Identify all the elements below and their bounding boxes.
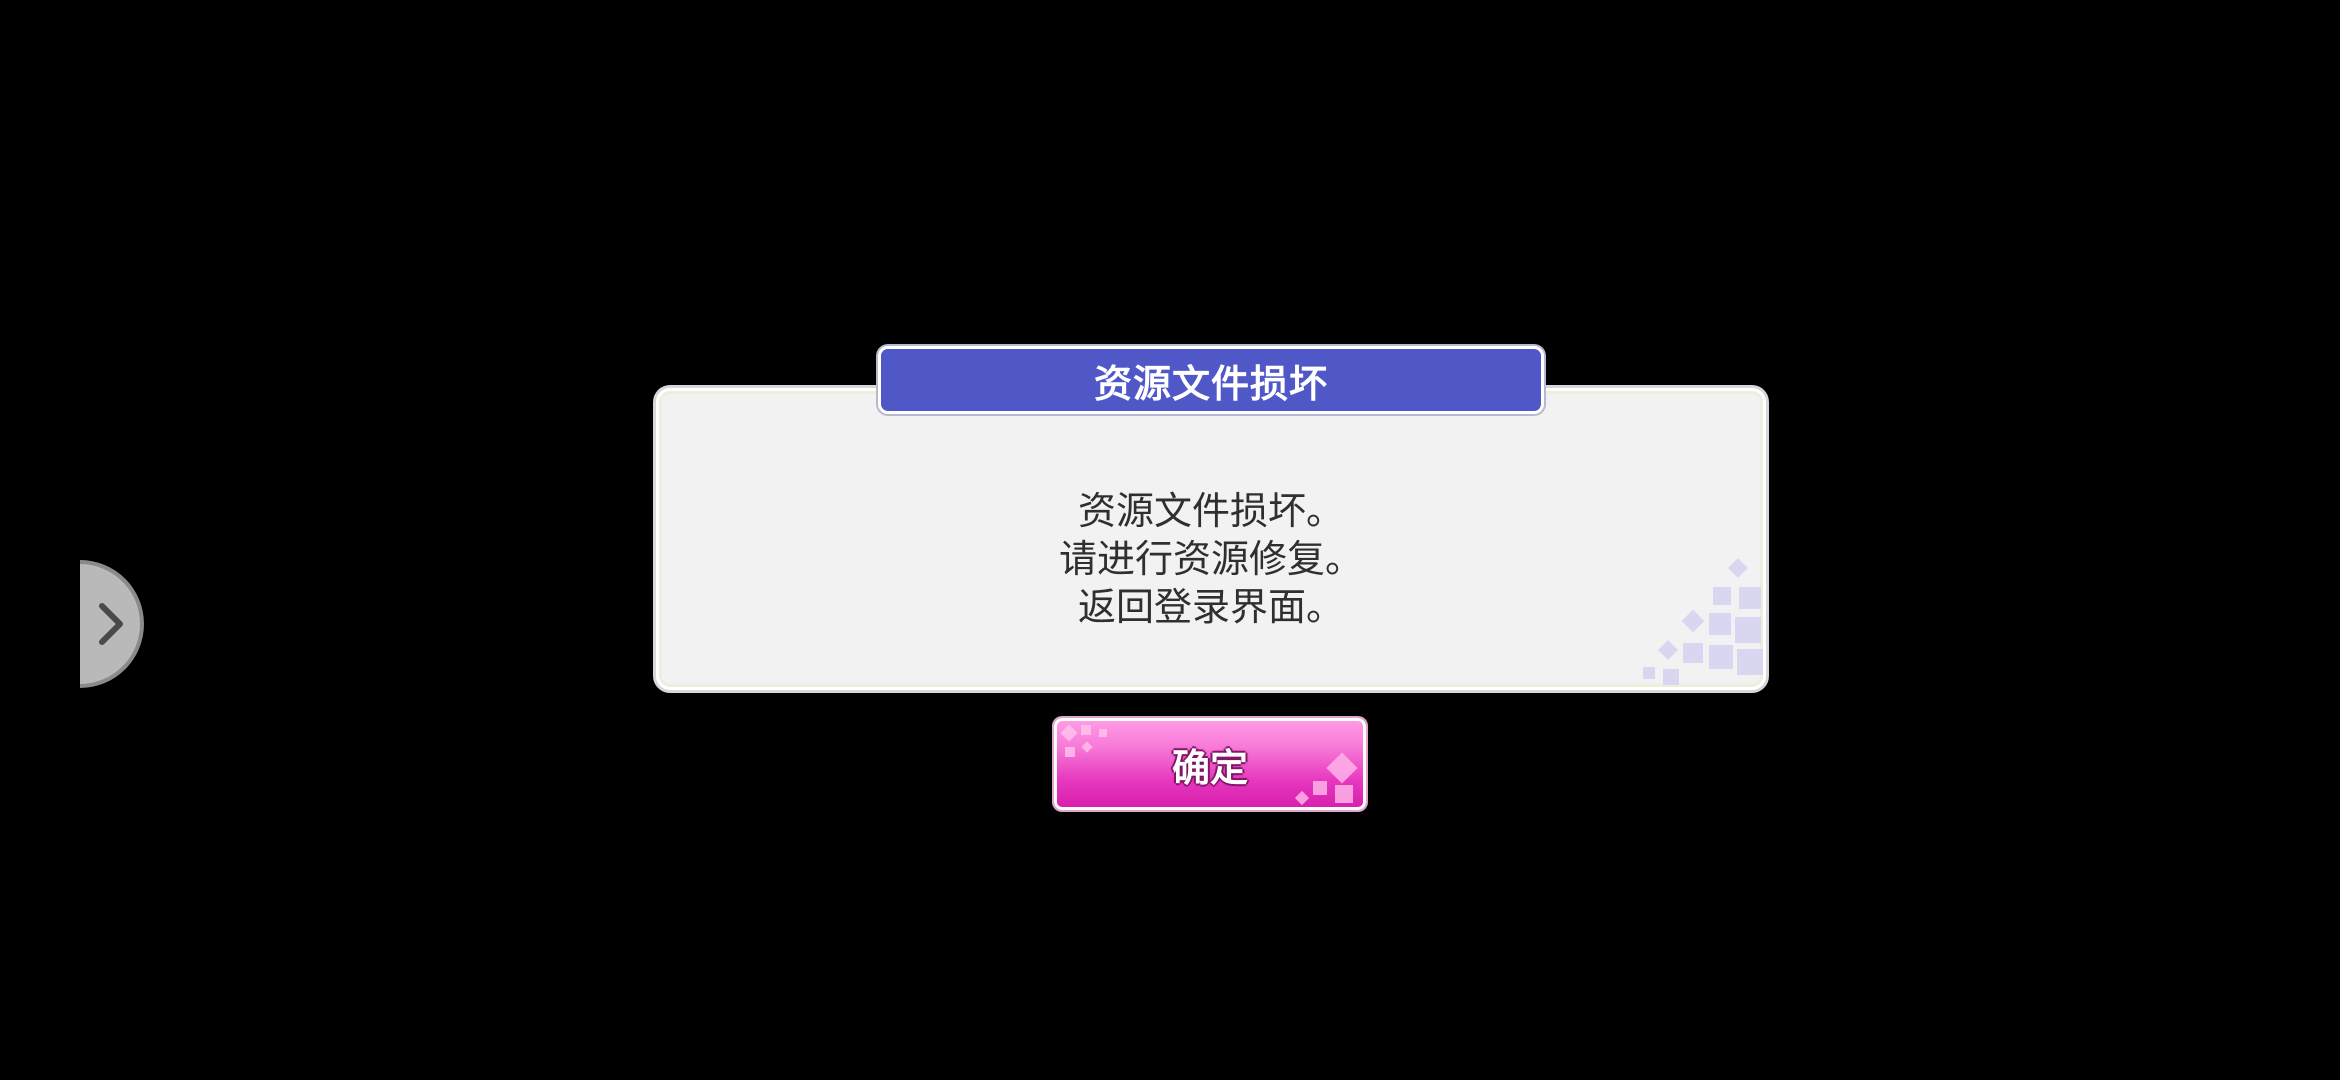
confirm-button-label: 确定 (1171, 745, 1248, 790)
message-line: 返回登录界面。 (1077, 585, 1344, 629)
dialog-panel: 资源文件损坏。 请进行资源修复。 返回登录界面。 (656, 388, 1766, 690)
confirm-button[interactable]: 确定 (1054, 718, 1366, 810)
chevron-right-icon (99, 603, 123, 645)
sparkle-pattern-icon (1060, 724, 1107, 757)
message-line: 资源文件损坏。 (1077, 489, 1344, 533)
game-screen: 资源文件损坏。 请进行资源修复。 返回登录界面。 资源文件损坏 确定 (0, 0, 2340, 1080)
message-line: 请进行资源修复。 (1058, 537, 1363, 581)
dialog-message: 资源文件损坏。 请进行资源修复。 返回登录界面。 (659, 487, 1763, 631)
sparkle-pattern-icon (1294, 752, 1358, 806)
dialog-title-banner: 资源文件损坏 (878, 346, 1544, 414)
dialog-title: 资源文件损坏 (1093, 361, 1328, 406)
side-expand-tab[interactable] (80, 560, 144, 688)
